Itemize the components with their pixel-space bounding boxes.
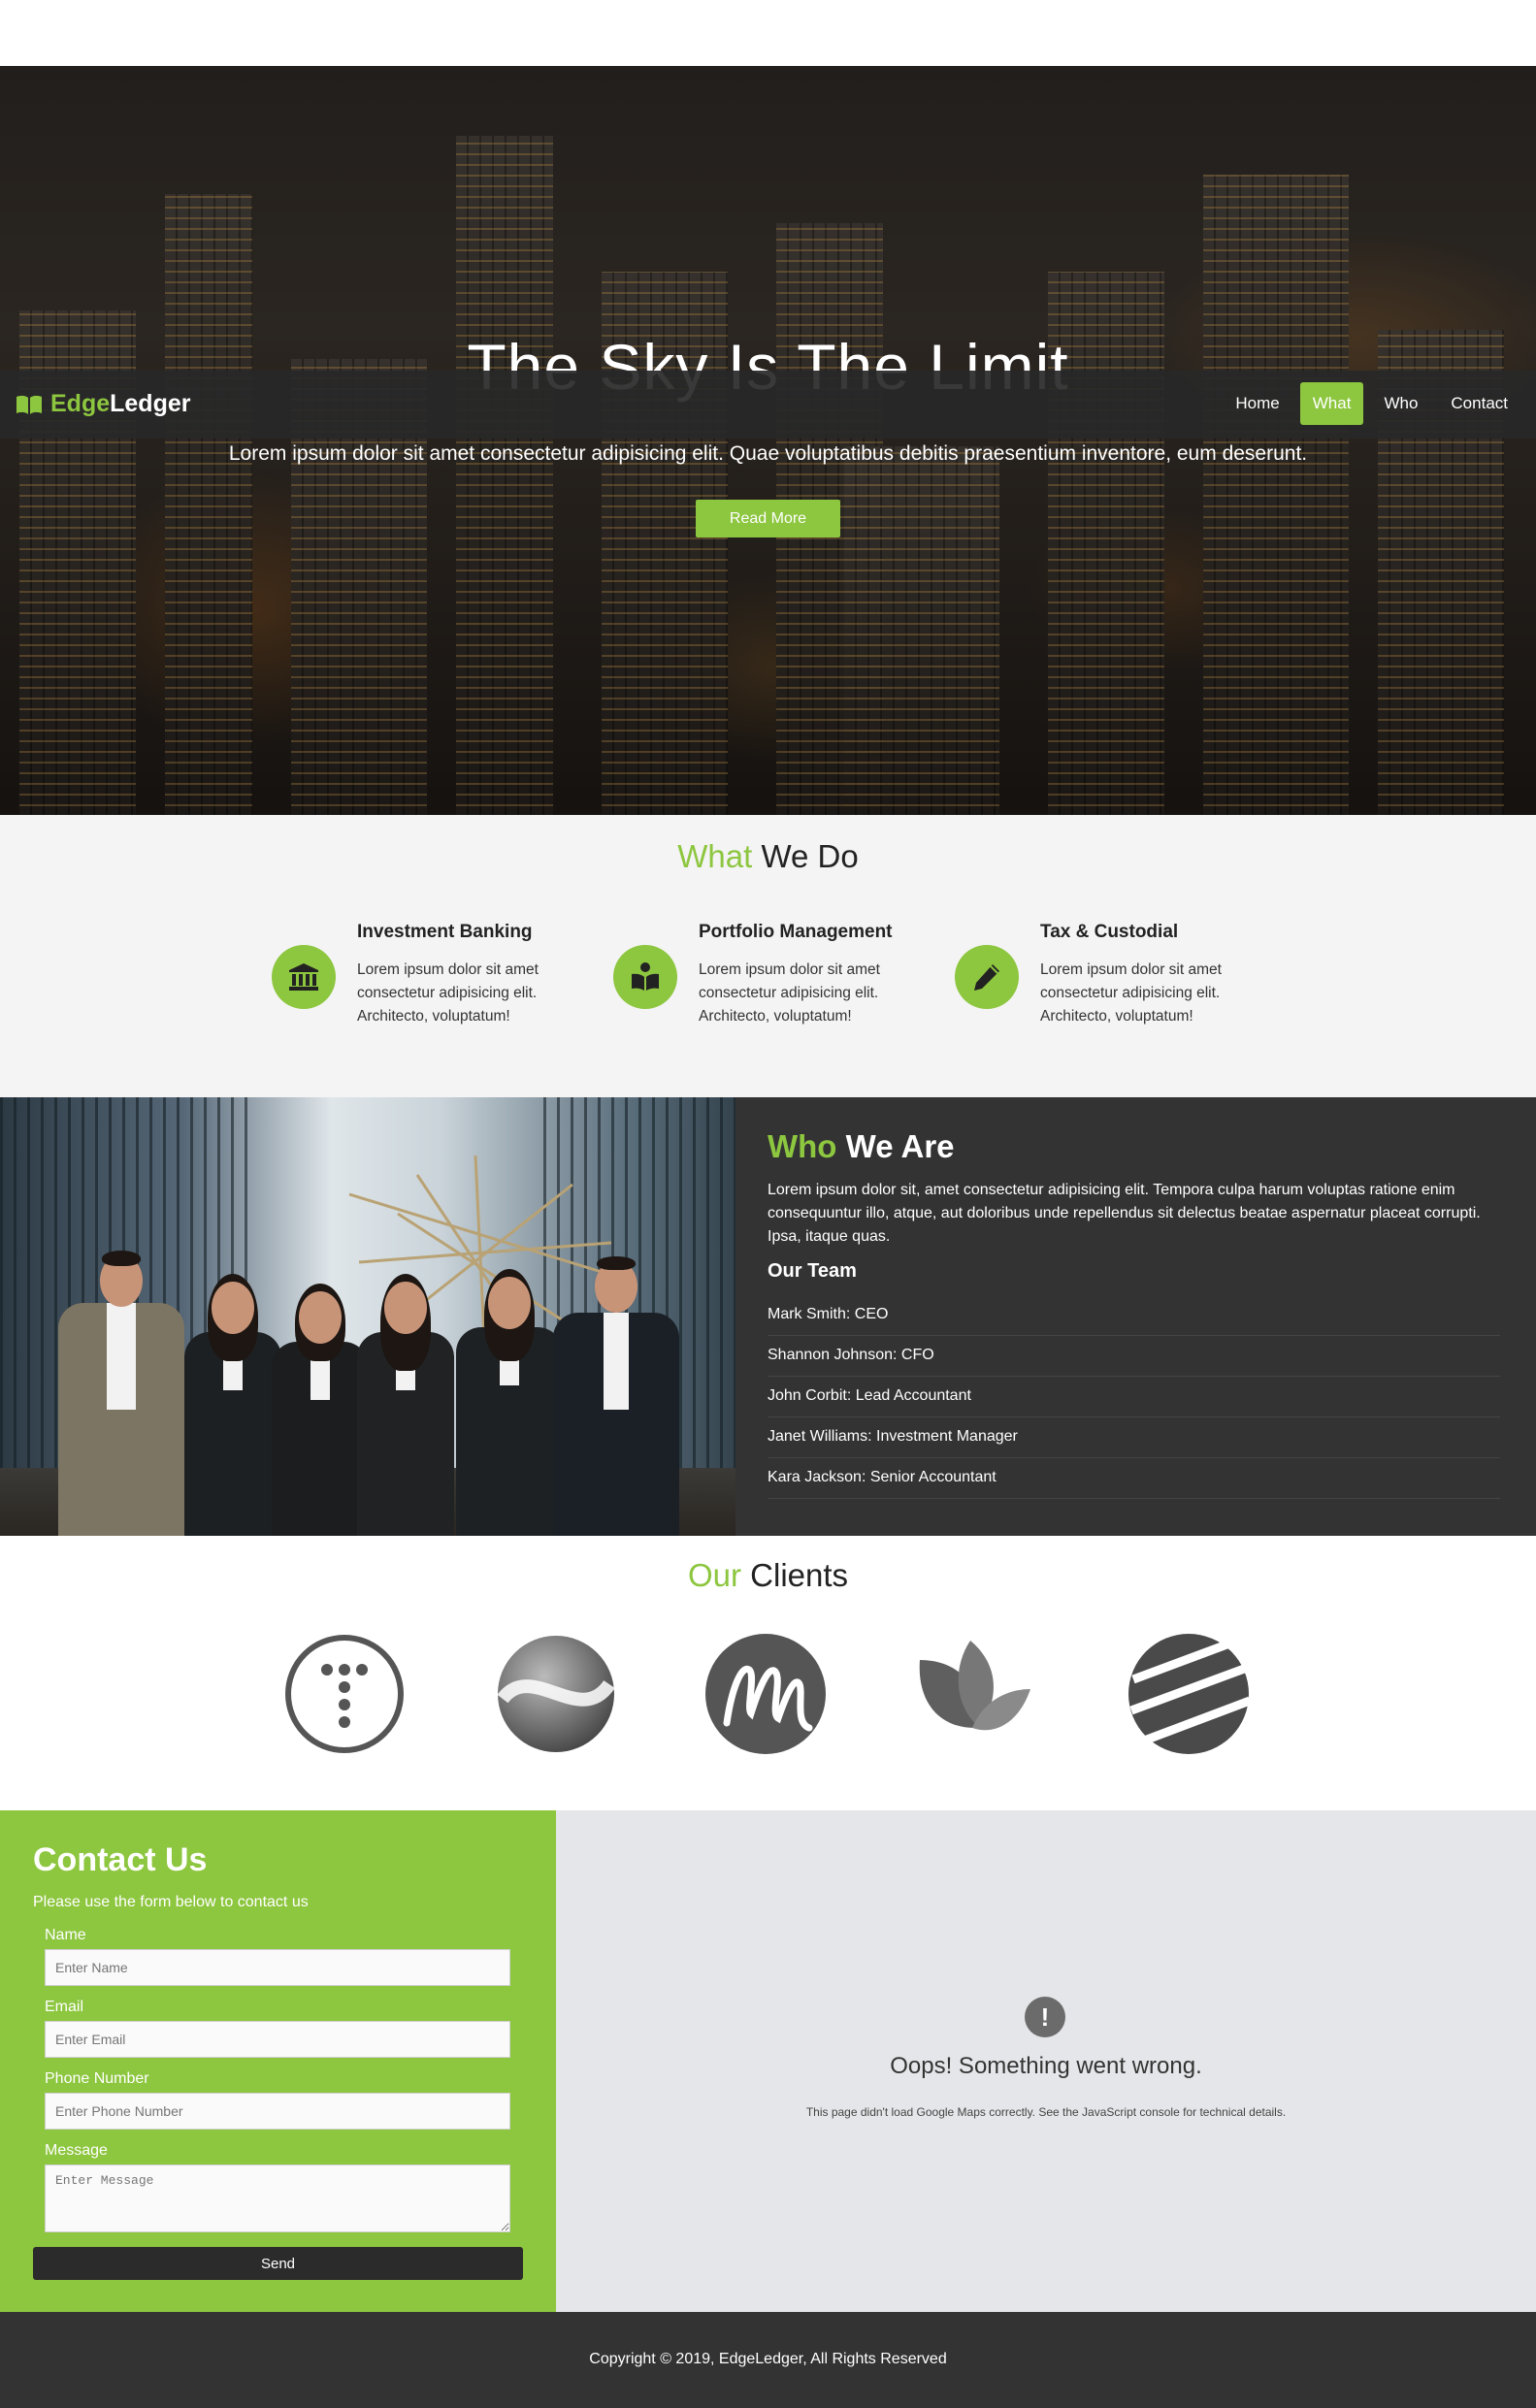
team-member: Janet Williams: Investment Manager: [768, 1417, 1500, 1458]
name-label: Name: [45, 1927, 86, 1943]
brand-logo[interactable]: EdgeLedger: [16, 390, 190, 418]
team-heading: Our Team: [768, 1260, 857, 1282]
title-rest: We Are: [845, 1128, 955, 1164]
copyright-text: Copyright © 2019, EdgeLedger, All Rights…: [589, 2351, 947, 2367]
m-script-logo: [705, 1634, 826, 1754]
send-button[interactable]: Send: [33, 2247, 523, 2280]
what-we-do-title: What We Do: [0, 838, 1536, 875]
service-investment-banking: Investment Banking Lorem ipsum dolor sit…: [272, 922, 602, 1038]
service-portfolio-management: Portfolio Management Lorem ipsum dolor s…: [613, 922, 943, 1038]
title-rest: Clients: [750, 1557, 849, 1593]
team-member-figure: [456, 1269, 563, 1536]
nav-home[interactable]: Home: [1223, 382, 1291, 425]
brand-name: EdgeLedger: [50, 390, 190, 418]
leaves-logo: [919, 1641, 1030, 1731]
name-input[interactable]: [45, 1949, 510, 1986]
team-member-figure: [553, 1254, 679, 1536]
title-accent: What: [677, 838, 753, 874]
team-member-figure: [272, 1284, 369, 1536]
brand-name-accent: Edge: [50, 390, 111, 417]
who-we-are-title: Who We Are: [768, 1128, 955, 1165]
footer: Copyright © 2019, EdgeLedger, All Rights…: [0, 2312, 1536, 2408]
nav-contact[interactable]: Contact: [1438, 382, 1520, 425]
team-member-figure: [184, 1274, 281, 1536]
map-panel[interactable]: ! Oops! Something went wrong. This page …: [556, 1810, 1536, 2312]
navbar: EdgeLedger Home What Who Contact: [0, 371, 1536, 439]
team-member: Kara Jackson: Senior Accountant: [768, 1458, 1500, 1499]
map-error-title: Oops! Something went wrong.: [890, 2053, 1202, 2079]
nav-what[interactable]: What: [1299, 382, 1364, 425]
team-member-figure: [58, 1245, 184, 1536]
nav-links: Home What Who Contact: [1223, 382, 1520, 425]
book-icon: [16, 395, 42, 414]
striped-globe-logo: [1128, 1634, 1252, 1754]
service-title: Investment Banking: [357, 922, 533, 942]
t-circle-logo: [285, 1635, 404, 1753]
bank-icon: [272, 945, 336, 1009]
what-we-do-section: What We Do Investment Banking Lorem ipsu…: [0, 815, 1536, 1097]
phone-input[interactable]: [45, 2093, 510, 2130]
brand-name-rest: Ledger: [110, 390, 191, 417]
hero-overlay: [0, 66, 1536, 815]
team-member: John Corbit: Lead Accountant: [768, 1377, 1500, 1417]
email-input[interactable]: [45, 2021, 510, 2058]
message-label: Message: [45, 2142, 108, 2159]
swirl-sphere-logo: [497, 1636, 615, 1752]
service-title: Portfolio Management: [699, 922, 893, 942]
team-list: Mark Smith: CEO Shannon Johnson: CFO Joh…: [768, 1295, 1500, 1499]
read-more-button[interactable]: Read More: [696, 500, 840, 537]
contact-section: Contact Us Please use the form below to …: [0, 1810, 556, 2312]
team-photo: [0, 1097, 735, 1536]
map-error-text: This page didn't load Google Maps correc…: [805, 2105, 1287, 2119]
clients-section: Our Clients: [0, 1536, 1536, 1810]
contact-subtitle: Please use the form below to contact us: [33, 1894, 309, 1910]
title-rest: We Do: [761, 838, 859, 874]
title-accent: Our: [687, 1557, 741, 1593]
message-textarea[interactable]: [45, 2164, 510, 2232]
who-we-are-text: Lorem ipsum dolor sit, amet consectetur …: [768, 1182, 1481, 1245]
service-text: Lorem ipsum dolor sit amet consectetur a…: [1040, 961, 1222, 1025]
phone-label: Phone Number: [45, 2070, 149, 2087]
pencil-icon: [955, 945, 1019, 1009]
service-text: Lorem ipsum dolor sit amet consectetur a…: [357, 961, 539, 1025]
service-text: Lorem ipsum dolor sit amet consectetur a…: [699, 961, 880, 1025]
error-icon: !: [1025, 1997, 1065, 2037]
nav-who[interactable]: Who: [1371, 382, 1430, 425]
who-we-are-section: Who We Are Lorem ipsum dolor sit, amet c…: [0, 1097, 1536, 1536]
book-reader-icon: [613, 945, 677, 1009]
clients-title: Our Clients: [0, 1557, 1536, 1594]
service-title: Tax & Custodial: [1040, 922, 1179, 942]
hero-section: The Sky Is The Limit Lorem ipsum dolor s…: [0, 66, 1536, 815]
service-tax-custodial: Tax & Custodial Lorem ipsum dolor sit am…: [955, 922, 1285, 1038]
title-accent: Who: [768, 1128, 837, 1164]
team-member: Mark Smith: CEO: [768, 1295, 1500, 1336]
team-member-figure: [357, 1274, 454, 1536]
email-label: Email: [45, 1999, 84, 2015]
contact-title: Contact Us: [33, 1841, 208, 1878]
team-member: Shannon Johnson: CFO: [768, 1336, 1500, 1377]
hero-subtitle: Lorem ipsum dolor sit amet consectetur a…: [228, 442, 1308, 465]
